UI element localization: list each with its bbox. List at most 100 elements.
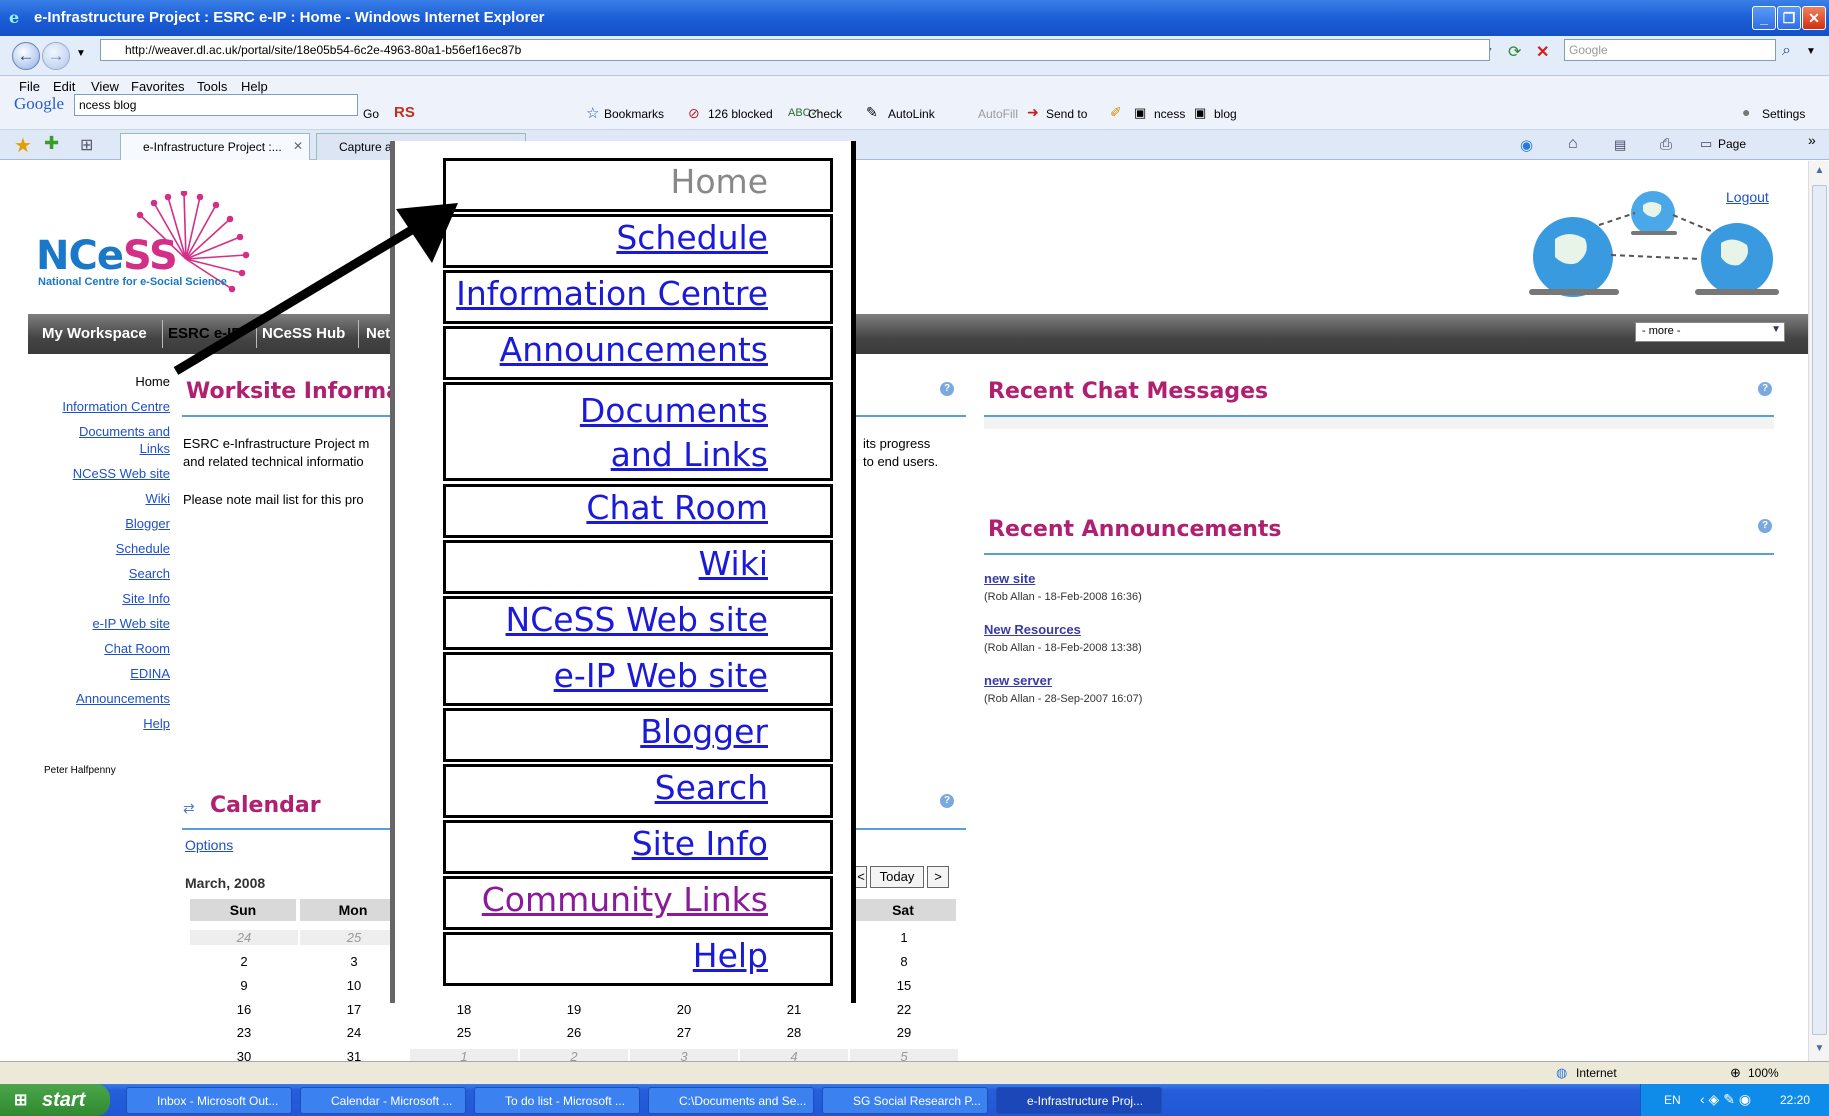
scroll-down-icon[interactable]: ▼ (1813, 1043, 1826, 1057)
bookmark-star-icon[interactable]: ☆ (586, 104, 599, 122)
add-favorite-icon[interactable]: ✚ (44, 133, 59, 154)
search-icon[interactable]: ⌕ (1782, 42, 1791, 60)
calendar-options-link[interactable]: Options (185, 837, 233, 853)
zoom-menu-item[interactable]: Documents and Links (443, 382, 833, 481)
zoom-menu-item[interactable]: Wiki (443, 540, 833, 594)
menu-tools[interactable]: Tools (197, 79, 227, 94)
calendar-day-cell[interactable]: 15 (850, 978, 958, 993)
check-button[interactable]: Check (808, 107, 842, 121)
zoom-menu-item[interactable]: Schedule (443, 214, 833, 268)
minimize-button[interactable]: _ (1752, 6, 1776, 30)
leftnav-documents-and-links[interactable]: Documents and Links (75, 423, 170, 457)
address-input[interactable]: http://weaver.dl.ac.uk/portal/site/18e05… (100, 39, 1490, 61)
scrollbar-thumb[interactable] (1812, 185, 1827, 1035)
zoom-menu-item[interactable]: Site Info (443, 820, 833, 874)
search-input[interactable]: Google (1564, 39, 1776, 61)
read-mail-icon[interactable]: ▤ (1614, 137, 1626, 153)
zoom-menu-item[interactable]: NCeSS Web site (443, 596, 833, 650)
zoom-menu-item[interactable]: Community Links (443, 876, 833, 930)
favorites-star-icon[interactable]: ★ (14, 133, 32, 158)
calendar-day-cell[interactable]: 2 (190, 954, 298, 969)
tab-e-infrastructure[interactable]: e-Infrastructure Project :... ✕ (120, 133, 310, 160)
search-options-chevron-icon[interactable]: ▼ (1806, 46, 1816, 57)
calendar-day-cell[interactable]: 26 (520, 1025, 628, 1040)
leftnav-blogger[interactable]: Blogger (28, 515, 170, 532)
calendar-day-cell[interactable]: 3 (630, 1049, 738, 1061)
zoom-menu-item[interactable]: e-IP Web site (443, 652, 833, 706)
search-term-ncess[interactable]: ncess (1154, 107, 1185, 121)
calendar-day-cell[interactable]: 30 (190, 1049, 298, 1061)
taskbar-todo-list[interactable]: To do list - Microsoft ... (474, 1087, 640, 1114)
calendar-day-cell[interactable]: 17 (300, 1002, 408, 1017)
calendar-day-cell[interactable]: 5 (850, 1049, 958, 1061)
more-sites-select[interactable]: - more - ▼ (1635, 322, 1785, 342)
popup-blocked-count[interactable]: 126 blocked (708, 107, 773, 121)
leftnav-site-info[interactable]: Site Info (28, 590, 170, 607)
leftnav-information-centre[interactable]: Information Centre (28, 398, 170, 415)
calendar-day-cell[interactable]: 24 (190, 930, 298, 945)
taskbar-documents-folder[interactable]: C:\Documents and Se... (648, 1087, 814, 1114)
taskbar-sg-social-research[interactable]: SG Social Research P... (822, 1087, 988, 1114)
more-tools-chevron-icon[interactable]: » (1808, 132, 1816, 148)
help-icon[interactable]: ? (1758, 519, 1772, 533)
zoom-menu-item[interactable]: Help (443, 932, 833, 986)
stop-icon[interactable]: ✕ (1536, 42, 1549, 62)
taskbar-outlook-inbox[interactable]: Inbox - Microsoft Out... (126, 1087, 292, 1114)
leftnav-help[interactable]: Help (28, 715, 170, 732)
leftnav-wiki[interactable]: Wiki (28, 490, 170, 507)
scroll-up-icon[interactable]: ▲ (1813, 165, 1826, 179)
back-icon[interactable]: ← (12, 42, 40, 70)
calendar-day-cell[interactable]: 4 (740, 1049, 848, 1061)
announcement-link[interactable]: new site (984, 571, 1035, 586)
help-icon[interactable]: ? (940, 794, 954, 808)
zoom-level[interactable]: 100% (1748, 1066, 1779, 1080)
page-menu-button[interactable]: Page (1718, 137, 1746, 151)
google-search-input[interactable]: ncess blog (74, 94, 358, 116)
calendar-prev-button[interactable]: < (855, 866, 867, 888)
feeds-icon[interactable]: ◉ (1520, 136, 1533, 154)
search-term-blog[interactable]: blog (1214, 107, 1237, 121)
announcement-link[interactable]: new server (984, 673, 1052, 688)
calendar-day-cell[interactable]: 8 (850, 954, 958, 969)
highlighter-icon[interactable]: ✐ (1110, 104, 1122, 121)
help-icon[interactable]: ? (1758, 382, 1772, 396)
calendar-day-cell[interactable]: 1 (410, 1049, 518, 1061)
taskbar-outlook-calendar[interactable]: Calendar - Microsoft ... (300, 1087, 466, 1114)
menu-edit[interactable]: Edit (53, 79, 75, 94)
zoom-menu-item[interactable]: Search (443, 764, 833, 818)
calendar-day-cell[interactable]: 21 (740, 1002, 848, 1017)
calendar-day-cell[interactable]: 19 (520, 1002, 628, 1017)
start-button[interactable]: ⊞ start (0, 1084, 110, 1116)
calendar-day-cell[interactable]: 29 (850, 1025, 958, 1040)
leftnav-chat-room[interactable]: Chat Room (28, 640, 170, 657)
google-go-button[interactable]: Go (363, 107, 379, 121)
leftnav-edina[interactable]: EDINA (28, 665, 170, 682)
calendar-day-cell[interactable]: 1 (850, 930, 958, 945)
calendar-day-cell[interactable]: 22 (850, 1002, 958, 1017)
help-icon[interactable]: ? (940, 382, 954, 396)
calendar-day-cell[interactable]: 27 (630, 1025, 738, 1040)
zoom-menu-item[interactable]: Blogger (443, 708, 833, 762)
taskbar-e-infrastructure[interactable]: e-Infrastructure Proj... (996, 1087, 1162, 1114)
announcement-link[interactable]: New Resources (984, 622, 1081, 637)
calendar-day-cell[interactable]: 20 (630, 1002, 738, 1017)
zoom-menu-item[interactable]: Information Centre (443, 270, 833, 324)
leftnav-eip-web-site[interactable]: e-IP Web site (28, 615, 170, 632)
calendar-day-cell[interactable]: 23 (190, 1025, 298, 1040)
calendar-today-button[interactable]: Today (870, 866, 924, 888)
home-icon[interactable]: ⌂ (1568, 135, 1578, 153)
calendar-day-cell[interactable]: 24 (300, 1025, 408, 1040)
rss-icon[interactable]: RS (394, 104, 415, 121)
leftnav-announcements[interactable]: Announcements (28, 690, 170, 707)
recent-pages-chevron-icon[interactable]: ▼ (76, 48, 86, 59)
zoom-menu-item[interactable]: Home (443, 158, 833, 212)
zoom-menu-item[interactable]: Chat Room (443, 484, 833, 538)
tab-close-icon[interactable]: ✕ (293, 139, 303, 153)
language-indicator[interactable]: EN (1664, 1093, 1681, 1107)
autofill-button[interactable]: AutoFill (978, 107, 1018, 121)
menu-file[interactable]: File (19, 79, 40, 94)
send-to-button[interactable]: Send to (1046, 107, 1087, 121)
vertical-scrollbar[interactable]: ▲ ▼ (1808, 161, 1829, 1061)
restore-button[interactable]: ❐ (1777, 6, 1801, 30)
calendar-day-cell[interactable]: 2 (520, 1049, 628, 1061)
